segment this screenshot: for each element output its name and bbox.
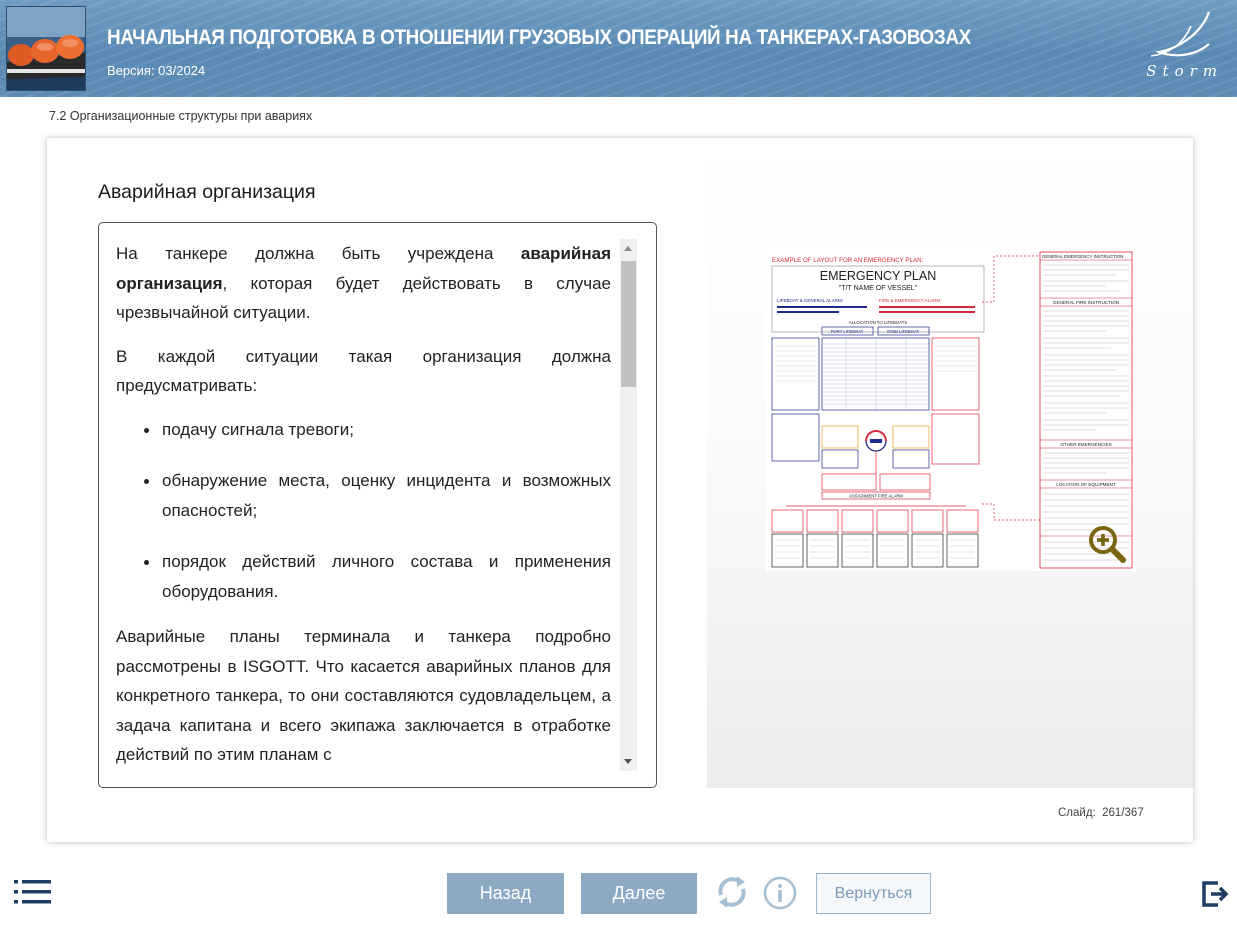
plan-example-label: EXAMPLE OF LAYOUT FOR AN EMERGENCY PLAN: — [772, 257, 924, 264]
plan-general-fire: GENERAL FIRE INSTRUCTION — [1053, 300, 1119, 305]
plan-assignment: ASSIGNMENT FIRE ALARM — [849, 494, 903, 499]
logo-text: Storm — [1146, 62, 1223, 80]
p1-text-before: На танкере должна быть учреждена — [116, 244, 521, 263]
scroll-up-arrow-icon[interactable] — [624, 246, 632, 251]
list-menu-icon[interactable] — [14, 880, 51, 904]
section-title: Аварийная организация — [98, 181, 316, 203]
breadcrumb: 7.2 Организационные структуры при авария… — [49, 109, 313, 123]
image-panel: EXAMPLE OF LAYOUT FOR AN EMERGENCY PLAN:… — [707, 138, 1193, 788]
exit-icon[interactable] — [1200, 879, 1230, 909]
bullet-item: обнаружение места, оценку инцидента и во… — [144, 466, 611, 525]
return-button[interactable]: Вернуться — [816, 873, 931, 914]
next-button[interactable]: Далее — [581, 873, 697, 914]
plan-lifeboat-alarm: LIFEBOAT & GENERAL ALARM: — [777, 298, 843, 303]
slide-counter-label: Слайд: — [1058, 807, 1096, 819]
paragraph-2: В каждой ситуации такая организация долж… — [116, 346, 611, 396]
plan-location-equipment: LOCATION OF EQUIPMENT — [1056, 482, 1116, 487]
text-content-box[interactable]: На танкере должна быть учреждена аварийн… — [98, 222, 657, 788]
paragraph-1: На танкере должна быть учреждена аварийн… — [116, 239, 611, 328]
plan-general-emergency: GENERAL EMERGENCY INSTRUCTION — [1042, 254, 1123, 259]
plan-allocation: ALLOCATION TO LIFEBOATS — [849, 320, 908, 325]
vertical-scrollbar[interactable] — [620, 239, 637, 771]
scrollbar-thumb[interactable] — [621, 261, 636, 387]
course-title: НАЧАЛЬНАЯ ПОДГОТОВКА В ОТНОШЕНИИ ГРУЗОВЫ… — [107, 26, 971, 49]
text-scroll-area[interactable]: На танкере должна быть учреждена аварийн… — [116, 239, 611, 771]
plan-title: EMERGENCY PLAN — [820, 269, 936, 283]
plan-vessel: "T/T NAME OF VESSEL" — [839, 285, 918, 292]
course-thumbnail — [6, 6, 86, 91]
course-header: НАЧАЛЬНАЯ ПОДГОТОВКА В ОТНОШЕНИИ ГРУЗОВЫ… — [0, 0, 1237, 97]
bullet-item: порядок действий личного состава и приме… — [144, 547, 611, 606]
bullet-item: подачу сигнала тревоги; — [144, 415, 611, 445]
slide-total: 367 — [1124, 807, 1144, 819]
plan-fire-alarm: FIRE & EMERGENCY ALARM: — [879, 298, 941, 303]
info-icon[interactable] — [763, 876, 797, 910]
slide-current: 261 — [1102, 807, 1122, 819]
refresh-icon[interactable] — [714, 874, 750, 910]
plan-port-lifeboat: PORT LIFEBOAT — [831, 329, 864, 334]
bullet-list: подачу сигнала тревоги; обнаружение мест… — [144, 415, 611, 607]
scroll-down-arrow-icon[interactable] — [624, 759, 632, 764]
plan-stbd-lifeboat: STBD LIFEBOAT — [887, 329, 920, 334]
slide-counter: Слайд: 261/367 — [1058, 807, 1144, 819]
plan-other-emergencies: OTHER EMERGENCIES — [1060, 442, 1111, 447]
back-button[interactable]: Назад — [447, 873, 564, 914]
zoom-in-icon[interactable] — [1087, 524, 1127, 564]
paragraph-3: Аварийные планы терминала и танкера подр… — [116, 627, 611, 764]
version-label: Версия: 03/2024 — [107, 63, 206, 78]
slide-card: Аварийная организация На танкере должна … — [47, 138, 1193, 842]
emergency-plan-image[interactable]: EXAMPLE OF LAYOUT FOR AN EMERGENCY PLAN:… — [766, 248, 1136, 571]
